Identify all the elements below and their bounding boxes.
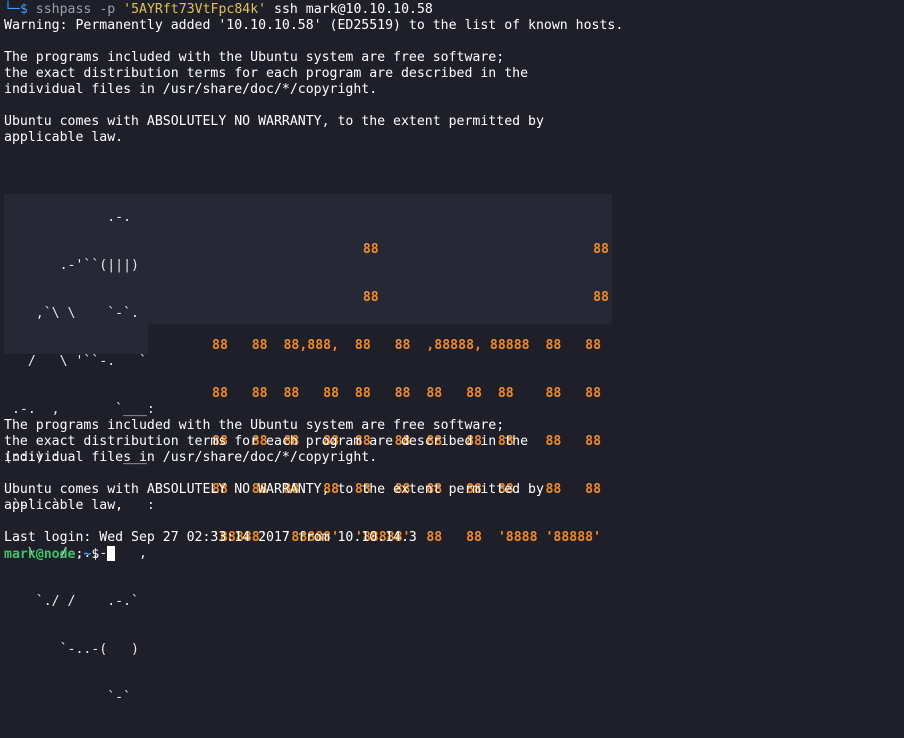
known-hosts-warning: Warning: Permanently added '10.10.10.58'… <box>4 18 624 33</box>
command-password: '5AYRft73VtFpc84k' <box>123 2 267 17</box>
terminal-window[interactable]: └─$ sshpass -p '5AYRft73VtFpc84k' ssh ma… <box>0 0 904 705</box>
logo-line: `./ / .-.` <box>4 594 139 609</box>
command-line: └─$ sshpass -p '5AYRft73VtFpc84k' ssh ma… <box>4 2 433 18</box>
node-word-art: 88 88 88 88 88 88 88,888, 88 88 ,88888, … <box>212 210 609 578</box>
warranty-line: applicable law. <box>4 130 124 145</box>
logo-line: .-. , `___: <box>4 402 155 417</box>
prompt-tree-prefix: └─ <box>4 2 20 17</box>
node-art-line: 88 88 <box>212 290 609 305</box>
logo-line: .-. <box>4 210 132 225</box>
warranty-line: applicable law. <box>4 498 124 513</box>
command-flag: -p <box>99 2 116 17</box>
motd-line: individual files in /usr/share/doc/*/cop… <box>4 82 378 97</box>
logo-line: / \ '``-. ` <box>4 354 147 369</box>
warranty-line: Ubuntu comes with ABSOLUTELY NO WARRANTY… <box>4 114 544 129</box>
motd-line: The programs included with the Ubuntu sy… <box>4 50 505 65</box>
text-cursor[interactable] <box>107 546 116 561</box>
motd-line: the exact distribution terms for each pr… <box>4 66 529 81</box>
node-art-line: 88 88 88,888, 88 88 ,88888, 88888 88 88 <box>212 338 602 353</box>
node-art-line: 88 88 88 88 88 88 88 88 88 88 88 <box>212 386 602 401</box>
prompt-dollar: $ <box>19 2 28 17</box>
command-name: sshpass <box>35 2 92 17</box>
command-rest: ssh mark@10.10.10.58 <box>274 2 433 17</box>
prompt-user-host: mark@node <box>4 547 76 562</box>
logo-line: ,`\ \ `-`. <box>4 306 139 321</box>
motd-line: the exact distribution terms for each pr… <box>4 434 529 449</box>
motd-line: The programs included with the Ubuntu sy… <box>4 418 505 433</box>
logo-line: `-` <box>4 690 132 705</box>
shell-prompt[interactable]: mark@node:~$ <box>4 546 116 563</box>
warranty-line: Ubuntu comes with ABSOLUTELY NO WARRANTY… <box>4 482 544 497</box>
last-login: Last login: Wed Sep 27 02:33:14 2017 fro… <box>4 530 417 545</box>
logo-line: `-..-( ) <box>4 642 139 657</box>
node-art-line: 88 88 <box>212 242 609 257</box>
logo-line: .-'``(|||) <box>4 258 139 273</box>
prompt-dollar: $ <box>91 547 108 562</box>
motd-line: individual files in /usr/share/doc/*/cop… <box>4 450 378 465</box>
